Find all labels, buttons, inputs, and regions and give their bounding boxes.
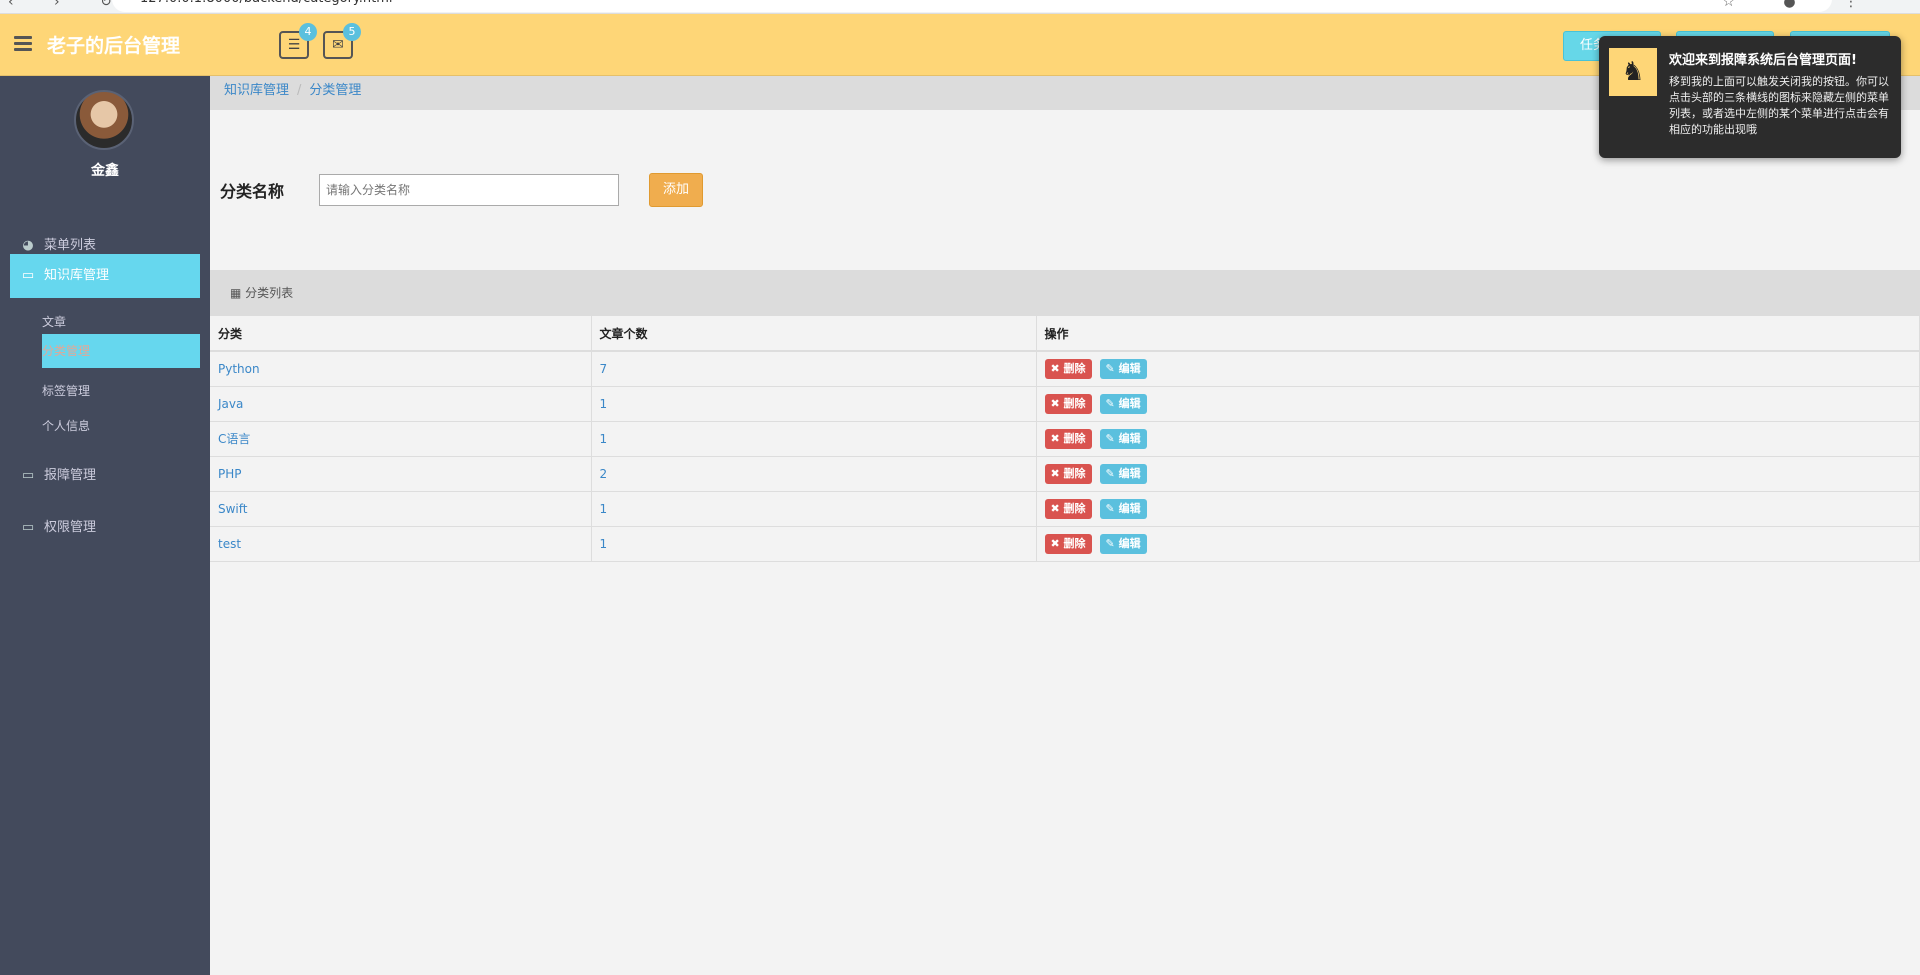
edit-button[interactable]: ✎ 编辑 (1099, 533, 1147, 554)
toast-title: 欢迎来到报障系统后台管理页面! (1669, 53, 1857, 68)
add-button[interactable]: 添加 (649, 173, 703, 207)
sidebar-item-label: 权限管理 (44, 520, 97, 535)
avatar[interactable] (74, 90, 134, 150)
table-row: PHP 2 ✖ 删除 ✎ 编辑 (210, 456, 1920, 492)
edit-button[interactable]: ✎ 编辑 (1099, 428, 1147, 449)
article-count-cell: 1 (591, 526, 1037, 562)
hamburger-menu-icon[interactable] (14, 36, 32, 52)
calendar-icon: ▦ (230, 286, 242, 300)
table-row: Java 1 ✖ 删除 ✎ 编辑 (210, 386, 1920, 422)
sidebar-subitem-tags[interactable]: 标签管理 (42, 374, 200, 408)
article-count-cell: 1 (591, 386, 1037, 422)
tasks-button[interactable]: ☰ 4 (279, 23, 317, 59)
category-list-header: ▦ 分类列表 (210, 270, 1920, 316)
table-row: Python 7 ✖ 删除 ✎ 编辑 (210, 351, 1920, 387)
delete-button[interactable]: ✖ 删除 (1044, 393, 1092, 414)
category-name-label: 分类名称 (220, 182, 285, 201)
actions-cell: ✖ 删除 ✎ 编辑 (1036, 456, 1920, 492)
column-header-category: 分类 (210, 316, 592, 352)
column-header-count: 文章个数 (591, 316, 1037, 352)
actions-cell: ✖ 删除 ✎ 编辑 (1036, 421, 1920, 457)
delete-button[interactable]: ✖ 删除 (1044, 498, 1092, 519)
delete-button[interactable]: ✖ 删除 (1044, 358, 1092, 379)
article-count-cell: 1 (591, 491, 1037, 527)
app-title: 老子的后台管理 (47, 35, 181, 57)
address-bar[interactable]: 127.0.0.1:8000/backend/category.html (112, 0, 1832, 12)
sidebar-item-fault-report[interactable]: ▭ 报障管理 (10, 454, 200, 498)
table-header-row: 分类 文章个数 操作 (210, 316, 1920, 352)
category-name-cell[interactable]: test (210, 526, 592, 562)
monitor-icon: ▭ (21, 268, 35, 283)
actions-cell: ✖ 删除 ✎ 编辑 (1036, 491, 1920, 527)
article-count-cell: 1 (591, 421, 1037, 457)
monitor-icon: ▭ (21, 468, 35, 483)
category-name-cell[interactable]: Python (210, 351, 592, 387)
mail-badge: 5 (343, 23, 361, 41)
column-header-actions: 操作 (1036, 316, 1920, 352)
category-name-input[interactable] (319, 174, 619, 206)
category-name-cell[interactable]: Swift (210, 491, 592, 527)
edit-button[interactable]: ✎ 编辑 (1099, 463, 1147, 484)
category-table: 分类 文章个数 操作 Python 7 ✖ 删除 ✎ 编辑 Java 1 ✖ 删除… (210, 316, 1920, 562)
breadcrumb-categories[interactable]: 分类管理 (309, 83, 361, 98)
category-name-cell[interactable]: PHP (210, 456, 592, 492)
deer-icon: ♞ (1609, 48, 1657, 96)
delete-button[interactable]: ✖ 删除 (1044, 463, 1092, 484)
actions-cell: ✖ 删除 ✎ 编辑 (1036, 351, 1920, 387)
sidebar-item-knowledge-base[interactable]: ▭ 知识库管理 (10, 254, 200, 298)
sidebar-item-label: 知识库管理 (44, 268, 110, 283)
breadcrumb-separator: / (297, 83, 302, 98)
actions-cell: ✖ 删除 ✎ 编辑 (1036, 386, 1920, 422)
sidebar-subitem-categories[interactable]: 分类管理 (42, 334, 200, 368)
category-name-cell[interactable]: Java (210, 386, 592, 422)
actions-cell: ✖ 删除 ✎ 编辑 (1036, 526, 1920, 562)
sidebar-item-label: 菜单列表 (44, 238, 97, 253)
table-row: test 1 ✖ 删除 ✎ 编辑 (210, 526, 1920, 562)
edit-button[interactable]: ✎ 编辑 (1099, 358, 1147, 379)
breadcrumb-knowledge-base[interactable]: 知识库管理 (224, 83, 289, 98)
category-list-title: 分类列表 (245, 286, 294, 300)
article-count-cell: 2 (591, 456, 1037, 492)
envelope-icon: ✉ (332, 37, 344, 53)
table-row: Swift 1 ✖ 删除 ✎ 编辑 (210, 491, 1920, 527)
monitor-icon: ▭ (21, 520, 35, 535)
sidebar: 金鑫 ◕ 菜单列表 ▭ 知识库管理 文章 分类管理 标签管理 个人信息 ▭ 报障管理 … (0, 76, 210, 975)
sidebar-item-label: 报障管理 (44, 468, 97, 483)
delete-button[interactable]: ✖ 删除 (1044, 533, 1092, 554)
browser-toolbar: ‹ › ↻ 127.0.0.1:8000/backend/category.ht… (0, 0, 1920, 14)
welcome-toast[interactable]: ♞ 欢迎来到报障系统后台管理页面! 移到我的上面可以触发关闭我的按钮。你可以点击… (1599, 36, 1901, 158)
toast-body: 移到我的上面可以触发关闭我的按钮。你可以点击头部的三条横线的图标来隐藏左侧的菜单… (1669, 75, 1889, 136)
user-name: 金鑫 (91, 163, 119, 179)
delete-button[interactable]: ✖ 删除 (1044, 428, 1092, 449)
article-count-cell: 7 (591, 351, 1037, 387)
browser-action-icons[interactable]: ☆ ● ⋮ (1722, 0, 1880, 10)
list-icon: ☰ (287, 37, 301, 53)
mail-button[interactable]: ✉ 5 (323, 23, 361, 59)
category-name-cell[interactable]: C语言 (210, 421, 592, 457)
sidebar-subitem-profile[interactable]: 个人信息 (42, 409, 200, 443)
edit-button[interactable]: ✎ 编辑 (1099, 498, 1147, 519)
table-row: C语言 1 ✖ 删除 ✎ 编辑 (210, 421, 1920, 457)
edit-button[interactable]: ✎ 编辑 (1099, 393, 1147, 414)
sidebar-item-permissions[interactable]: ▭ 权限管理 (10, 506, 200, 550)
tasks-badge: 4 (299, 23, 317, 41)
